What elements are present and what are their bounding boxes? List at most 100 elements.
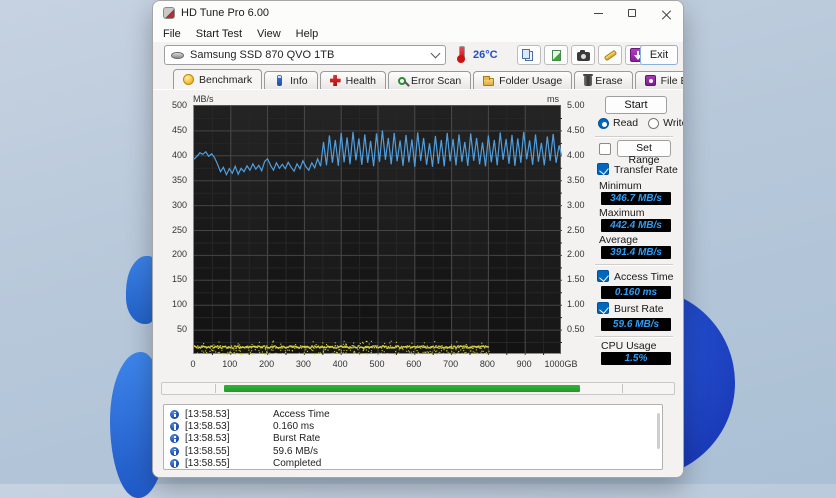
log-message: 59.6 MB/s <box>273 445 319 457</box>
benchmark-tab-content: MB/s ms 500 450 400 350 300 250 200 150 100 50 5.… <box>153 89 683 477</box>
y-axis-left-tick: 250 <box>171 224 187 235</box>
menu-item-view[interactable]: View <box>257 28 281 40</box>
log-timestamp: [13:58.55] <box>185 458 230 470</box>
log-timestamp: [13:58.53] <box>185 408 230 420</box>
camera-button[interactable] <box>571 45 595 65</box>
options-icon <box>603 49 617 61</box>
filebench-icon <box>644 75 656 86</box>
y-axis-right-tick: 3.00 <box>567 199 585 210</box>
drive-select-value: Samsung SSD 870 QVO 1TB <box>190 49 335 61</box>
hdtune-window: HD Tune Pro 6.00 File Start Test View Help … <box>152 0 684 478</box>
y-axis-left-tick: 100 <box>171 299 187 310</box>
log-message: Completed <box>273 458 322 470</box>
info-icon <box>170 409 179 419</box>
access-time-label: Access Time <box>614 271 674 283</box>
separator <box>595 336 673 338</box>
access-time-checkbox[interactable] <box>597 270 609 282</box>
close-button[interactable] <box>649 1 683 25</box>
y-axis-right-tick: 1.50 <box>567 274 585 285</box>
transfer-rate-label: Transfer Rate <box>614 164 678 176</box>
tab-bar: Benchmark Info Health Error Scan Folder Usag… <box>153 69 683 89</box>
radio-unselected-icon <box>648 117 660 129</box>
menu-bar: File Start Test View Help <box>153 25 683 42</box>
options-button[interactable] <box>598 45 622 65</box>
drive-select[interactable]: Samsung SSD 870 QVO 1TB <box>164 45 446 65</box>
tab-label: Folder Usage <box>499 74 563 87</box>
tab-label: File Benchmark <box>660 74 683 87</box>
y-axis-right-unit: ms <box>547 94 559 104</box>
cpu-usage-label: CPU Usage <box>601 340 657 352</box>
app-icon <box>163 7 175 19</box>
y-axis-right-tick: 5.00 <box>567 100 585 110</box>
tab-folder-usage[interactable]: Folder Usage <box>473 71 573 89</box>
maximize-button[interactable] <box>615 1 649 25</box>
log-timestamp: [13:58.55] <box>185 445 230 457</box>
y-axis-left-tick: 150 <box>171 274 187 285</box>
x-axis-tick: 400 <box>332 359 348 369</box>
copy-icon <box>522 49 530 59</box>
log-panel: [13:58.53] Access Time [13:58.53] 0.160 ms[… <box>163 404 663 470</box>
access-time-value: 0.160 ms <box>601 286 671 299</box>
separator <box>595 136 673 138</box>
save-button[interactable] <box>544 45 568 65</box>
write-radio[interactable]: Write <box>648 117 683 129</box>
log-message: Burst Rate <box>273 433 321 445</box>
chevron-down-icon <box>430 48 441 58</box>
copy-button[interactable] <box>517 45 541 65</box>
tab-label: Benchmark <box>199 73 253 86</box>
tab-label: Info <box>290 74 308 87</box>
exit-button[interactable]: Exit <box>640 45 678 65</box>
log-timestamp: [13:58.53] <box>185 421 230 433</box>
start-button[interactable]: Start <box>605 96 667 114</box>
y-axis-right-tick: 4.00 <box>567 149 585 160</box>
tab-info[interactable]: Info <box>264 71 318 89</box>
set-range-checkbox[interactable] <box>599 143 611 155</box>
erase-icon <box>583 74 594 86</box>
y-axis-left-tick: 300 <box>171 199 187 210</box>
minimum-label: Minimum <box>599 180 642 192</box>
status-divider <box>622 384 623 393</box>
folder-icon <box>483 76 495 86</box>
maximum-label: Maximum <box>599 207 645 219</box>
benchmark-chart <box>193 105 562 355</box>
menu-item-help[interactable]: Help <box>296 28 319 40</box>
tab-label: Health <box>345 74 376 87</box>
tab-health[interactable]: Health <box>319 71 386 89</box>
menu-item-file[interactable]: File <box>163 28 181 40</box>
set-range-button[interactable]: Set Range <box>617 140 671 166</box>
log-row: [13:58.53] Access Time <box>164 408 662 420</box>
title-bar[interactable]: HD Tune Pro 6.00 <box>153 1 683 25</box>
separator <box>595 264 673 266</box>
x-axis-tick: 800 <box>479 359 495 369</box>
write-radio-label: Write <box>663 117 683 129</box>
y-axis-right-tick: 3.50 <box>567 174 585 185</box>
health-icon <box>329 75 341 86</box>
log-message: Access Time <box>273 408 330 420</box>
burst-rate-checkbox[interactable] <box>597 302 609 314</box>
y-axis-left-unit: MB/s <box>193 94 214 104</box>
tab-erase[interactable]: Erase <box>574 71 633 89</box>
tab-benchmark[interactable]: Benchmark <box>173 69 263 89</box>
log-timestamp: [13:58.53] <box>185 433 230 445</box>
errorscan-icon <box>397 77 406 85</box>
window-title: HD Tune Pro 6.00 <box>181 7 270 19</box>
y-axis-left-tick: 50 <box>176 324 187 335</box>
minimum-value: 346.7 MB/s <box>601 192 671 205</box>
log-scrollbar[interactable] <box>657 413 660 449</box>
disk-icon <box>171 51 184 59</box>
menu-item-start-test[interactable]: Start Test <box>196 28 242 40</box>
progress-fill <box>224 385 580 392</box>
transfer-rate-checkbox[interactable] <box>597 163 609 175</box>
y-axis-left-tick: 200 <box>171 249 187 260</box>
info-icon <box>170 459 179 469</box>
tab-file-benchmark[interactable]: File Benchmark <box>634 71 683 89</box>
info-icon <box>277 75 283 86</box>
read-radio[interactable]: Read <box>598 117 638 129</box>
maximize-icon <box>628 9 636 17</box>
minimize-button[interactable] <box>581 1 615 25</box>
x-axis-tick: 300 <box>295 359 311 369</box>
average-label: Average <box>599 234 638 246</box>
thermometer-icon <box>457 46 465 63</box>
tab-error-scan[interactable]: Error Scan <box>387 71 472 89</box>
y-axis-right-tick: 0.50 <box>567 324 585 335</box>
